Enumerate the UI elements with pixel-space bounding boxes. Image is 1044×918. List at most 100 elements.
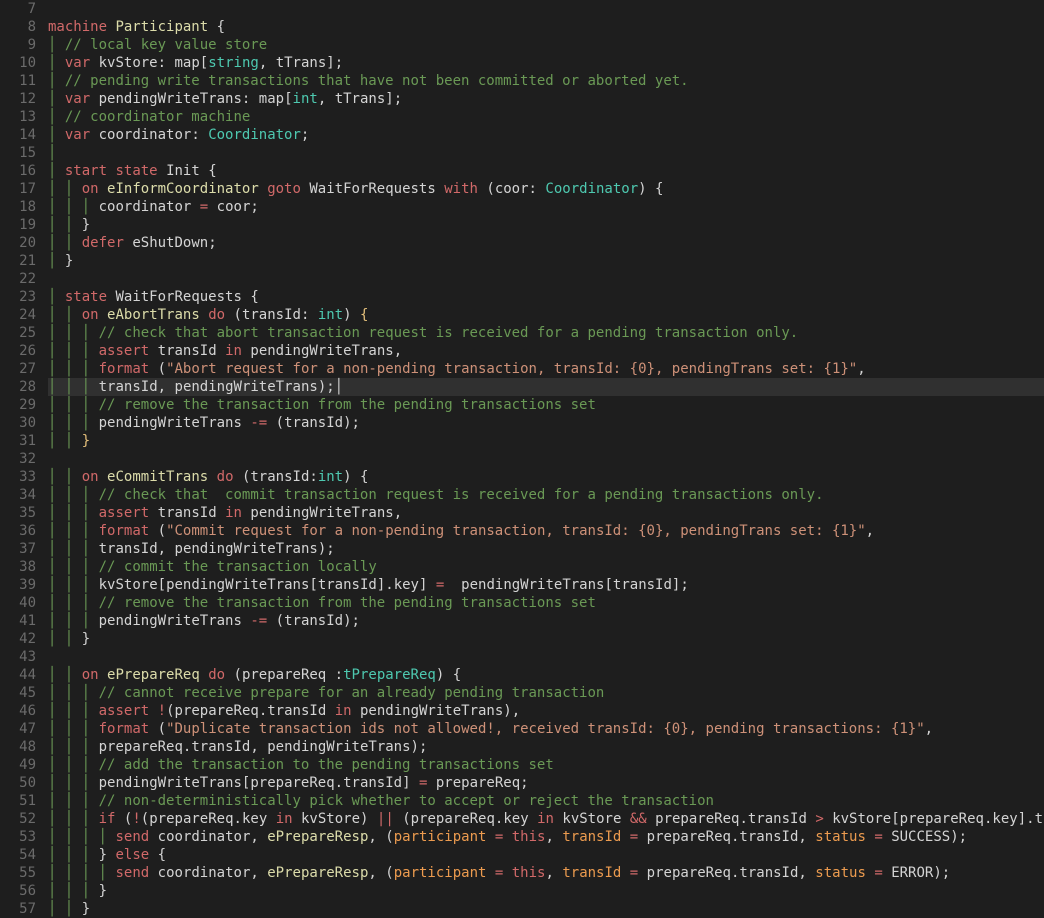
code-line[interactable]: [48, 0, 1044, 18]
code-line[interactable]: [48, 270, 1044, 288]
line-number: 29: [0, 396, 48, 414]
code-line[interactable]: │ │ │ if (!(prepareReq.key in kvStore) |…: [48, 810, 1044, 828]
code-line[interactable]: │ // coordinator machine: [48, 108, 1044, 126]
code-line[interactable]: │ │ }: [48, 216, 1044, 234]
code-line[interactable]: │ }: [48, 252, 1044, 270]
line-number: 53: [0, 828, 48, 846]
code-line[interactable]: │ │ on eInformCoordinator goto WaitForRe…: [48, 180, 1044, 198]
line-number: 45: [0, 684, 48, 702]
line-number: 16: [0, 162, 48, 180]
line-number: 38: [0, 558, 48, 576]
line-number: 44: [0, 666, 48, 684]
code-line[interactable]: │ │ }: [48, 630, 1044, 648]
code-line[interactable]: │ // pending write transactions that hav…: [48, 72, 1044, 90]
line-number: 54: [0, 846, 48, 864]
line-number: 23: [0, 288, 48, 306]
code-line[interactable]: │ │ │ // non-deterministically pick whet…: [48, 792, 1044, 810]
code-line[interactable]: │: [48, 144, 1044, 162]
line-number: 15: [0, 144, 48, 162]
line-number: 17: [0, 180, 48, 198]
line-number: 13: [0, 108, 48, 126]
code-line[interactable]: │ │ │ prepareReq.transId, pendingWriteTr…: [48, 738, 1044, 756]
code-line[interactable]: │ │ │ assert transId in pendingWriteTran…: [48, 504, 1044, 522]
code-line[interactable]: │ │ │ assert transId in pendingWriteTran…: [48, 342, 1044, 360]
line-number: 52: [0, 810, 48, 828]
line-number: 34: [0, 486, 48, 504]
line-number: 35: [0, 504, 48, 522]
code-line[interactable]: │ var kvStore: map[string, tTrans];: [48, 54, 1044, 72]
line-number: 9: [0, 36, 48, 54]
code-line[interactable]: │ │ │ pendingWriteTrans -= (transId);: [48, 414, 1044, 432]
line-number: 8: [0, 18, 48, 36]
line-number: 49: [0, 756, 48, 774]
line-number: 36: [0, 522, 48, 540]
code-line[interactable]: │ │ │ // check that commit transaction r…: [48, 486, 1044, 504]
line-number: 42: [0, 630, 48, 648]
line-number: 27: [0, 360, 48, 378]
line-number: 20: [0, 234, 48, 252]
code-line[interactable]: │ │ }: [48, 432, 1044, 450]
line-number: 43: [0, 648, 48, 666]
code-line[interactable]: │ │ │ kvStore[pendingWriteTrans[transId]…: [48, 576, 1044, 594]
line-number-gutter: 7891011121314151617181920212223242526272…: [0, 0, 48, 918]
code-line[interactable]: │ │ defer eShutDown;: [48, 234, 1044, 252]
code-line[interactable]: │ │ │ // remove the transaction from the…: [48, 396, 1044, 414]
code-line[interactable]: │ │ on ePrepareReq do (prepareReq :tPrep…: [48, 666, 1044, 684]
line-number: 33: [0, 468, 48, 486]
code-line[interactable]: │ │ │ format ("Abort request for a non-p…: [48, 360, 1044, 378]
code-line[interactable]: │ │ │ // add the transaction to the pend…: [48, 756, 1044, 774]
line-number: 32: [0, 450, 48, 468]
line-number: 41: [0, 612, 48, 630]
code-line[interactable]: │ var coordinator: Coordinator;: [48, 126, 1044, 144]
line-number: 24: [0, 306, 48, 324]
code-line[interactable]: │ state WaitForRequests {: [48, 288, 1044, 306]
line-number: 47: [0, 720, 48, 738]
line-number: 30: [0, 414, 48, 432]
code-line[interactable]: │ │ │ } else {: [48, 846, 1044, 864]
line-number: 57: [0, 900, 48, 918]
line-number: 18: [0, 198, 48, 216]
code-area[interactable]: machine Participant {│ // local key valu…: [48, 0, 1044, 918]
code-line[interactable]: │ var pendingWriteTrans: map[int, tTrans…: [48, 90, 1044, 108]
line-number: 31: [0, 432, 48, 450]
line-number: 10: [0, 54, 48, 72]
line-number: 14: [0, 126, 48, 144]
code-line[interactable]: │ │ │ format ("Commit request for a non-…: [48, 522, 1044, 540]
code-line[interactable]: │ start state Init {: [48, 162, 1044, 180]
line-number: 37: [0, 540, 48, 558]
code-line[interactable]: │ │ │ // cannot receive prepare for an a…: [48, 684, 1044, 702]
code-line[interactable]: │ │ │ // remove the transaction from the…: [48, 594, 1044, 612]
code-line[interactable]: │ │ │ // check that abort transaction re…: [48, 324, 1044, 342]
line-number: 7: [0, 0, 48, 18]
line-number: 21: [0, 252, 48, 270]
code-editor[interactable]: 7891011121314151617181920212223242526272…: [0, 0, 1044, 918]
line-number: 55: [0, 864, 48, 882]
code-line[interactable]: [48, 450, 1044, 468]
code-line[interactable]: │ │ │ pendingWriteTrans -= (transId);: [48, 612, 1044, 630]
line-number: 25: [0, 324, 48, 342]
line-number: 48: [0, 738, 48, 756]
line-number: 28: [0, 378, 48, 396]
line-number: 46: [0, 702, 48, 720]
code-line[interactable]: │ │ on eCommitTrans do (transId:int) {: [48, 468, 1044, 486]
line-number: 40: [0, 594, 48, 612]
line-number: 39: [0, 576, 48, 594]
code-line[interactable]: machine Participant {: [48, 18, 1044, 36]
line-number: 50: [0, 774, 48, 792]
code-line[interactable]: │ │ }: [48, 900, 1044, 918]
code-line[interactable]: │ │ on eAbortTrans do (transId: int) {: [48, 306, 1044, 324]
code-line[interactable]: │ │ │ }: [48, 882, 1044, 900]
code-line[interactable]: │ │ │ │ send coordinator, ePrepareResp, …: [48, 864, 1044, 882]
code-line[interactable]: [48, 648, 1044, 666]
code-line[interactable]: │ │ │ // commit the transaction locally: [48, 558, 1044, 576]
code-line[interactable]: │ │ │ transId, pendingWriteTrans);│: [48, 378, 1044, 396]
code-line[interactable]: │ │ │ transId, pendingWriteTrans);: [48, 540, 1044, 558]
code-line[interactable]: │ // local key value store: [48, 36, 1044, 54]
line-number: 56: [0, 882, 48, 900]
code-line[interactable]: │ │ │ format ("Duplicate transaction ids…: [48, 720, 1044, 738]
code-line[interactable]: │ │ │ coordinator = coor;: [48, 198, 1044, 216]
line-number: 12: [0, 90, 48, 108]
code-line[interactable]: │ │ │ pendingWriteTrans[prepareReq.trans…: [48, 774, 1044, 792]
code-line[interactable]: │ │ │ │ send coordinator, ePrepareResp, …: [48, 828, 1044, 846]
code-line[interactable]: │ │ │ assert !(prepareReq.transId in pen…: [48, 702, 1044, 720]
